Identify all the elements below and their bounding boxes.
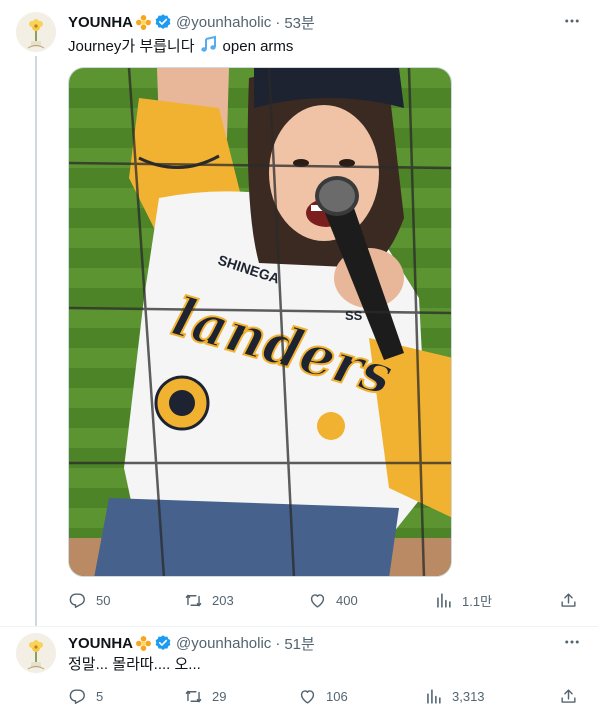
timestamp[interactable]: 51분 <box>284 633 315 654</box>
avatar[interactable] <box>16 12 56 52</box>
retweet-count: 203 <box>212 592 234 608</box>
jersey-number: SS <box>345 308 363 323</box>
flower-avatar-icon <box>16 633 56 673</box>
separator: · <box>275 13 281 31</box>
separator: · <box>275 634 281 652</box>
retweet-icon <box>185 690 202 702</box>
flower-badge-icon <box>135 635 152 652</box>
retweet-button[interactable]: 203 <box>184 590 234 610</box>
tweet-header: YOUNHA @younhaholic · 53분 <box>68 12 582 32</box>
reply-button[interactable]: 50 <box>68 590 110 610</box>
avatar[interactable] <box>16 633 56 673</box>
views-icon <box>437 592 451 608</box>
handle[interactable]: @younhaholic <box>176 635 271 652</box>
share-icon <box>561 592 576 607</box>
flower-badge-icon <box>135 14 152 31</box>
views-button[interactable]: 1.1만 <box>434 590 492 610</box>
tweet-text: Journey가 부릅니다 open arms <box>68 34 582 60</box>
reply-button[interactable]: 5 <box>68 686 103 706</box>
share-icon <box>561 688 576 703</box>
like-count: 106 <box>326 688 348 704</box>
reply-icon <box>69 592 85 608</box>
like-button[interactable]: 400 <box>308 590 358 610</box>
music-note-icon <box>199 34 219 60</box>
share-button[interactable] <box>559 590 578 610</box>
views-icon <box>427 688 441 704</box>
handle[interactable]: @younhaholic <box>176 14 271 31</box>
like-button[interactable]: 106 <box>298 686 348 706</box>
tweet[interactable]: YOUNHA @younhaholic · 53분 Journey가 부릅니다 <box>0 0 598 627</box>
more-icon[interactable] <box>562 11 582 31</box>
retweet-icon <box>185 594 202 606</box>
tweet[interactable]: YOUNHA @younhaholic · 51분 정말... 몰라따.... … <box>0 627 598 719</box>
like-icon <box>300 689 315 704</box>
retweet-count: 29 <box>212 688 227 704</box>
display-name[interactable]: YOUNHA <box>68 635 133 652</box>
verified-icon <box>154 13 172 31</box>
flower-avatar-icon <box>16 12 56 52</box>
tweet-actions: 5 29 106 3,313 <box>68 686 582 706</box>
share-button[interactable] <box>559 686 578 706</box>
timestamp[interactable]: 53분 <box>284 12 315 33</box>
reply-icon <box>69 688 85 704</box>
like-icon <box>310 593 325 608</box>
reply-count: 5 <box>96 688 104 704</box>
tweet-header: YOUNHA @younhaholic · 51분 <box>68 633 582 653</box>
more-icon[interactable] <box>562 632 582 652</box>
display-name[interactable]: YOUNHA <box>68 14 133 31</box>
tweet-actions: 50 203 400 1.1만 <box>68 590 582 610</box>
reply-count: 50 <box>96 592 111 608</box>
tweet-photo[interactable]: SHINEGA landers SS <box>68 67 452 577</box>
verified-icon <box>154 634 172 652</box>
views-count: 3,313 <box>452 688 485 704</box>
tweet-text: 정말... 몰라따.... 오... <box>68 656 201 673</box>
retweet-button[interactable]: 29 <box>184 686 226 706</box>
like-count: 400 <box>336 592 358 608</box>
tweet-text-part: open arms <box>222 38 294 55</box>
views-count: 1.1만 <box>462 593 493 609</box>
singer-photo-illustration: SHINEGA landers SS <box>69 68 451 576</box>
thread-line <box>35 56 37 627</box>
views-button[interactable]: 3,313 <box>424 686 485 706</box>
tweet-text-part: Journey가 부릅니다 <box>68 38 195 55</box>
